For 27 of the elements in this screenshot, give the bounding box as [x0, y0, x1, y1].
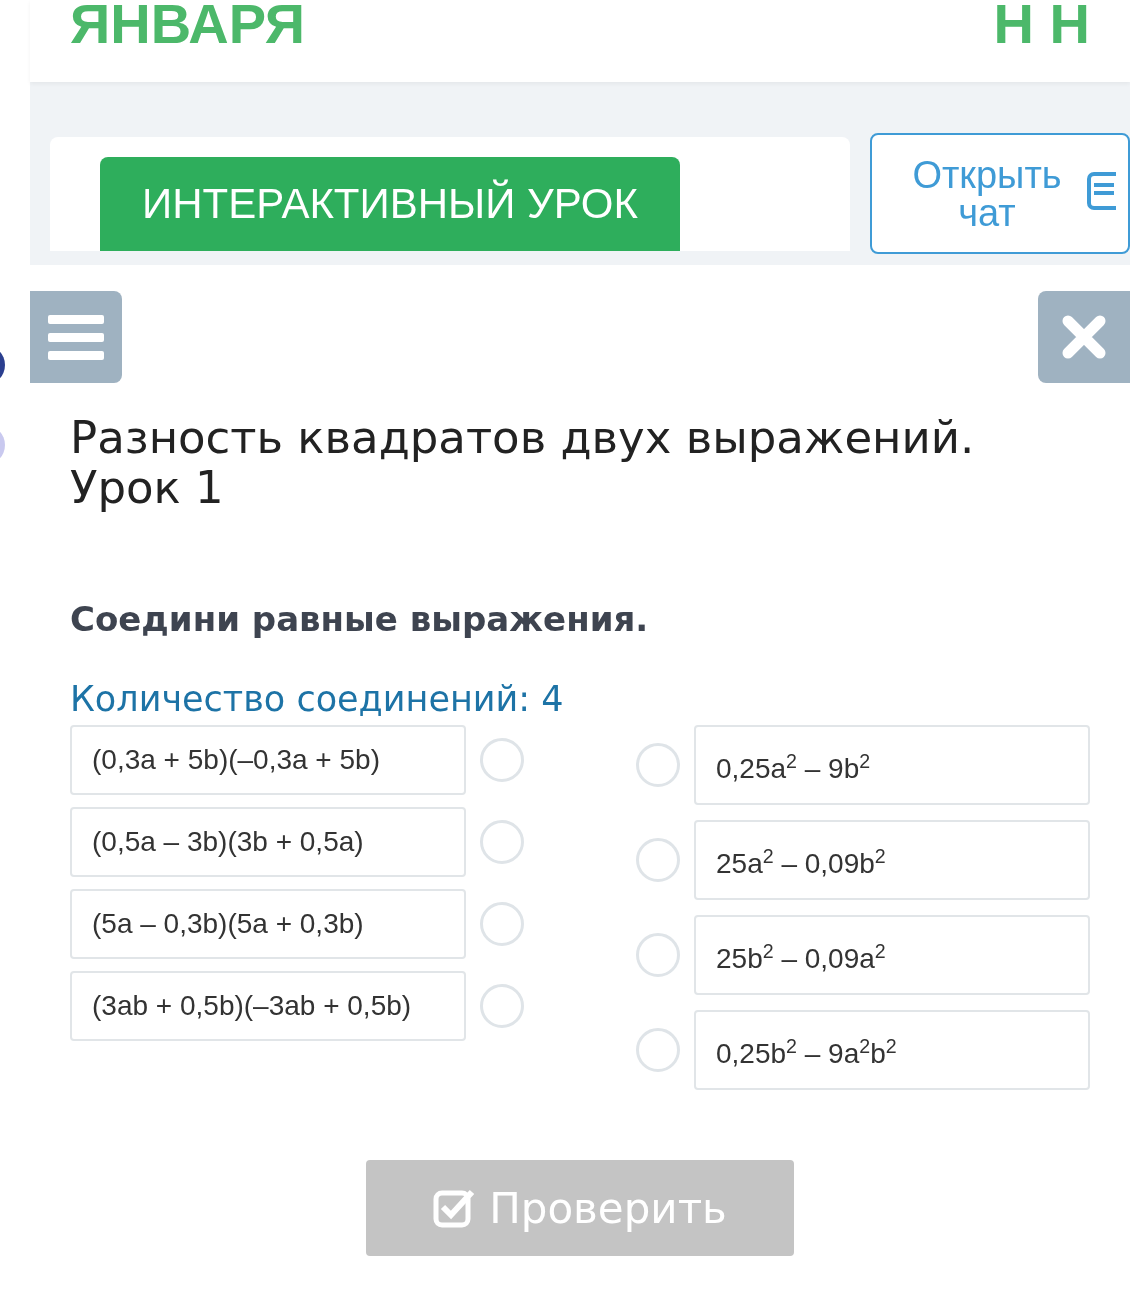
connections-count: Количество соединений: 4	[70, 679, 565, 719]
expression-card[interactable]: (3ab + 0,5b)(–3ab + 0,5b)	[70, 971, 466, 1041]
lesson-title: Разность квадратов двух выражений. Урок 1	[70, 413, 976, 513]
expression-card[interactable]: 0,25b$^{2}$ – 9a$^{2}$b$^{2}$	[694, 1010, 1090, 1090]
connector-radio[interactable]	[480, 984, 524, 1028]
connector-radio[interactable]	[636, 838, 680, 882]
expression-card[interactable]: 25b$^{2}$ – 0,09a$^{2}$	[694, 915, 1090, 995]
menu-button[interactable]	[30, 291, 122, 383]
expression-card[interactable]: 0,25a$^{2}$ – 9b$^{2}$	[694, 725, 1090, 805]
connector-radio[interactable]	[480, 738, 524, 782]
expression-card[interactable]: (0,5a – 3b)(3b + 0,5a)	[70, 807, 466, 877]
close-icon	[1062, 315, 1106, 359]
user-initials: Н Н	[993, 0, 1090, 52]
connector-radio[interactable]	[636, 1028, 680, 1072]
expression-card[interactable]: (5a – 0,3b)(5a + 0,3b)	[70, 889, 466, 959]
task-text: Соедини равные выражения.	[70, 599, 650, 639]
connector-radio[interactable]	[636, 933, 680, 977]
expression-card[interactable]: (0,3a + 5b)(–0,3a + 5b)	[70, 725, 466, 795]
checkbox-icon	[433, 1188, 476, 1228]
lesson-badge: ИНТЕРАКТИВНЫЙ УРОК	[100, 157, 680, 251]
date-text: ЯНВАРЯ	[70, 0, 305, 52]
connector-radio[interactable]	[480, 820, 524, 864]
expression-card[interactable]: 25a$^{2}$ – 0,09b$^{2}$	[694, 820, 1090, 900]
connector-radio[interactable]	[480, 902, 524, 946]
connector-radio[interactable]	[636, 743, 680, 787]
close-button[interactable]	[1038, 291, 1130, 383]
menu-icon	[48, 313, 104, 361]
